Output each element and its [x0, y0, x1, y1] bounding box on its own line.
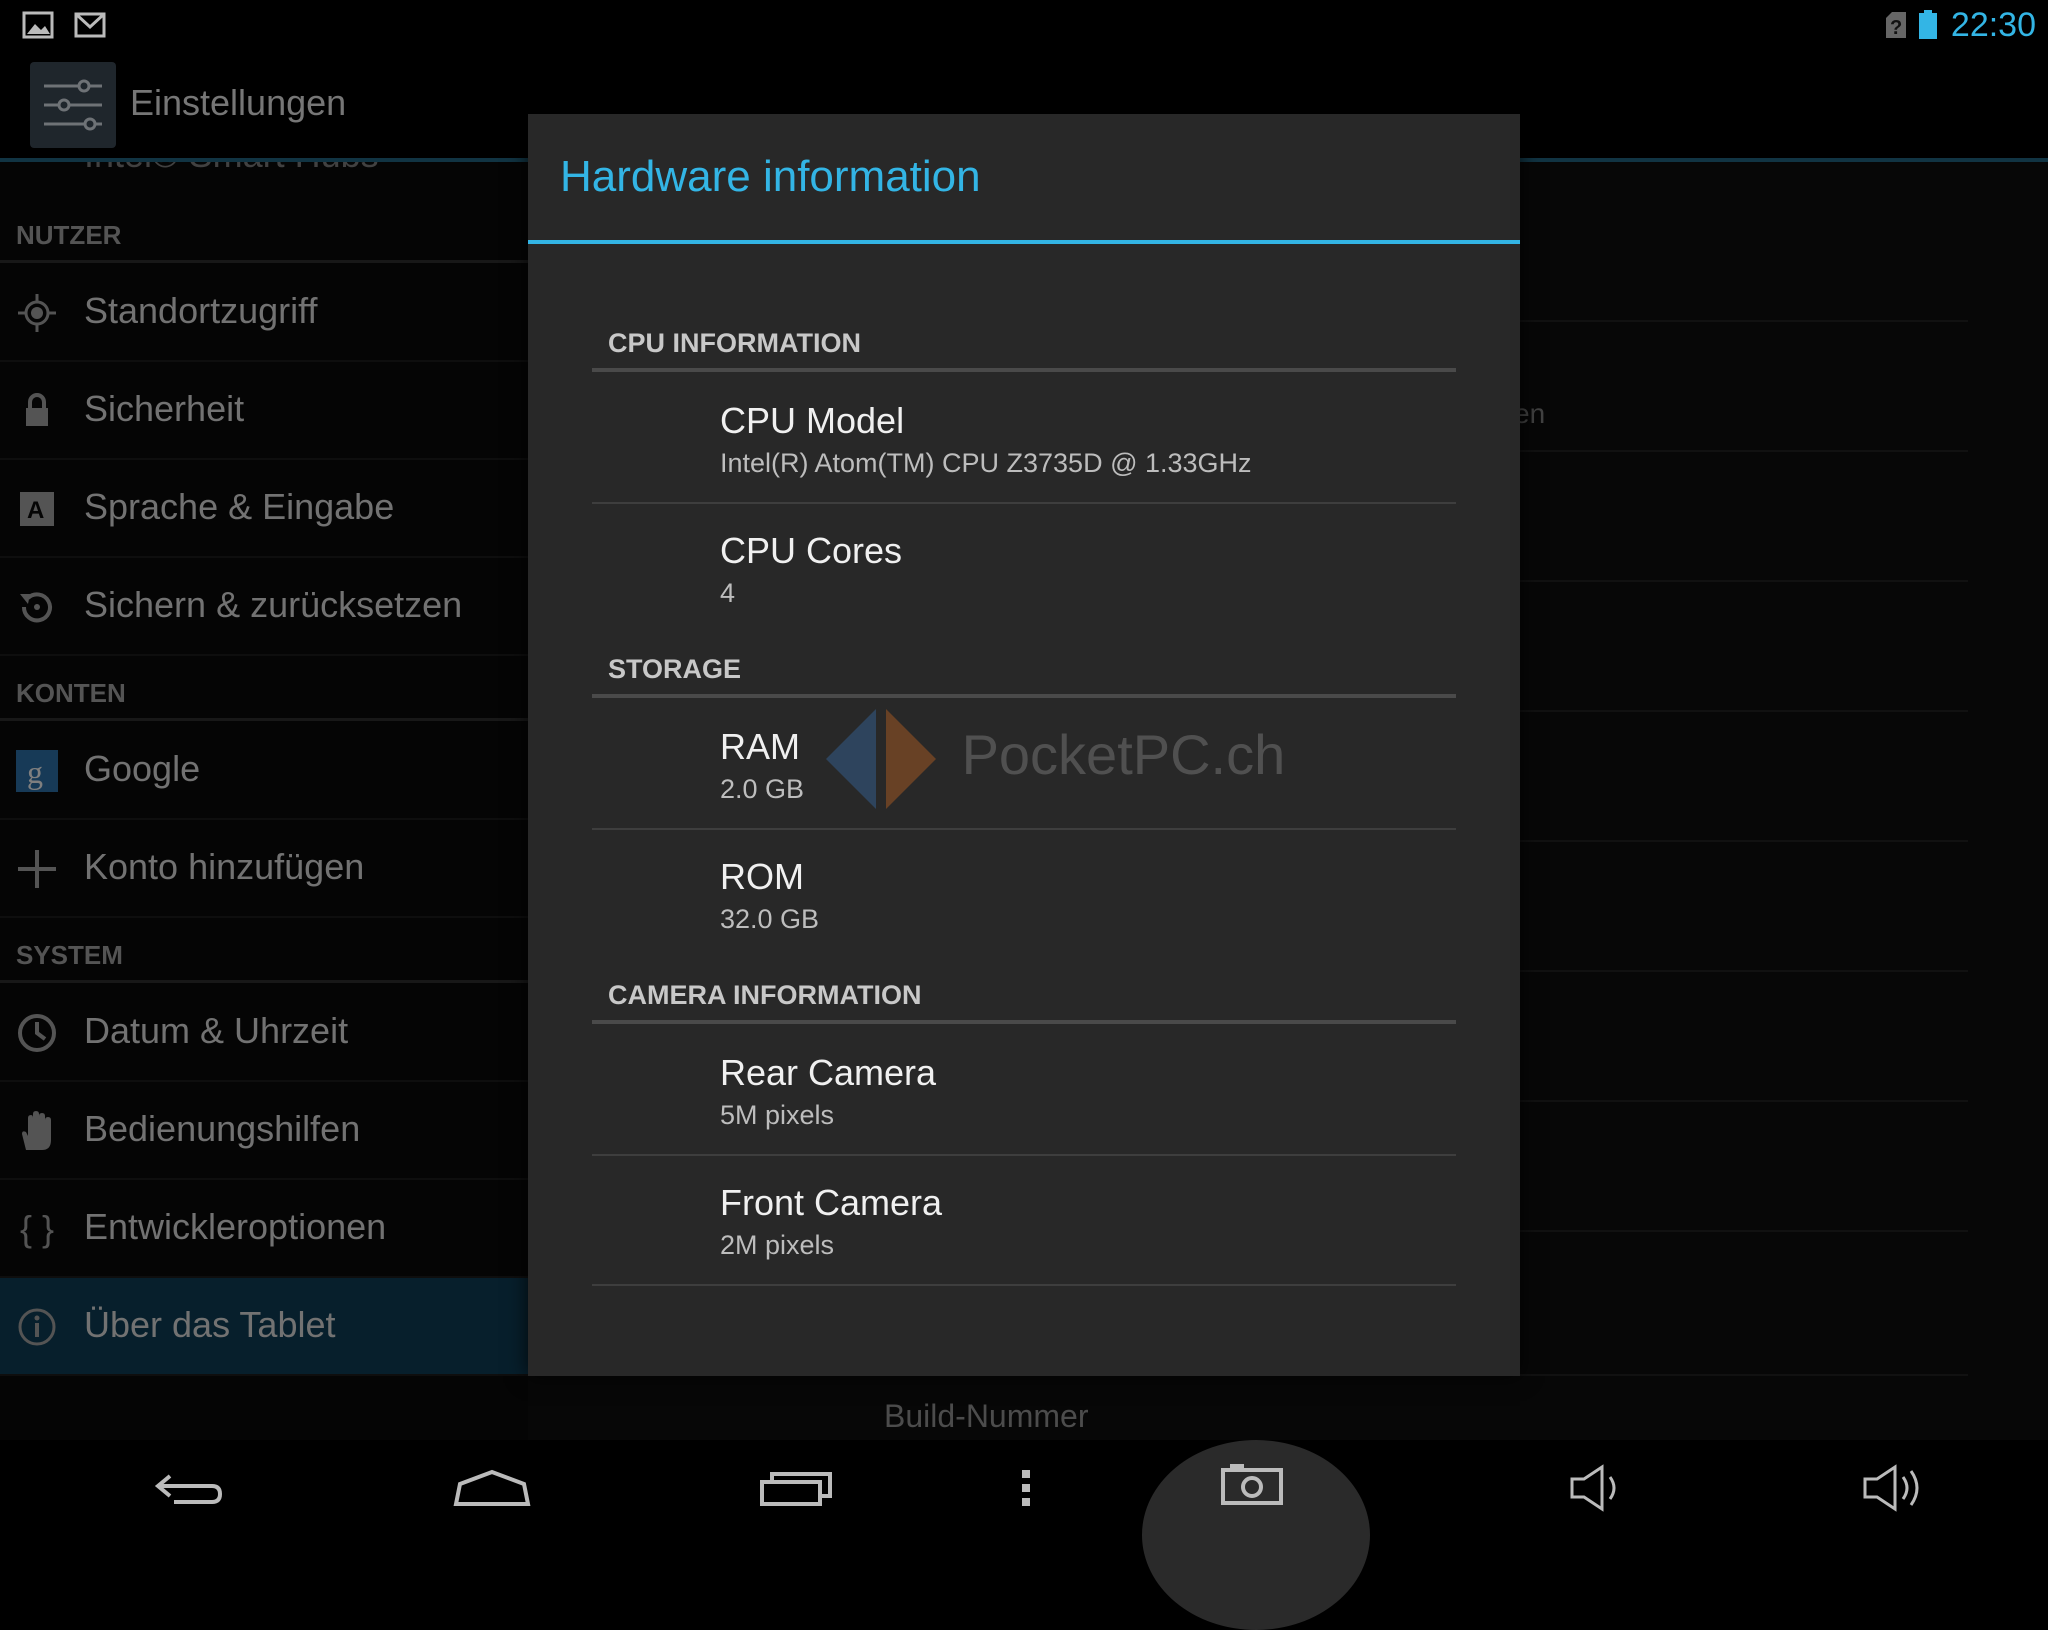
home-button[interactable] [422, 1440, 562, 1536]
screenshot-camera-icon [1221, 1464, 1283, 1505]
info-item-title: ROM [720, 856, 804, 897]
item-divider [592, 828, 1456, 830]
navigation-bar [0, 1440, 2048, 1536]
sim-unknown-icon: ? [1886, 12, 1906, 39]
item-divider [592, 1154, 1456, 1156]
info-item-title: Front Camera [720, 1182, 943, 1223]
screenshot-button[interactable] [1142, 1440, 1370, 1630]
clock: 22:30 [1950, 6, 2036, 44]
hardware-info-dialog: Hardware information CPU INFORMATION CPU… [528, 114, 1520, 1376]
info-item-title: CPU Cores [720, 530, 903, 571]
info-item-value: 2.0 GB [720, 774, 805, 804]
section-divider [592, 368, 1456, 372]
item-divider [592, 502, 1456, 504]
info-item-title: CPU Model [720, 400, 905, 441]
info-item-value: 2M pixels [720, 1230, 835, 1260]
volume-down-button[interactable] [1528, 1440, 1668, 1536]
status-bar: ? 22:30 [0, 0, 2048, 52]
svg-text:?: ? [1890, 17, 1902, 39]
image-notification-icon [22, 11, 54, 39]
back-icon [154, 1474, 223, 1504]
volume-up-button[interactable] [1826, 1440, 1966, 1536]
back-button[interactable] [120, 1440, 260, 1536]
recent-apps-icon [760, 1472, 832, 1506]
dialog-title: Hardware information [560, 152, 981, 201]
watermark-text: PocketPC.ch [961, 722, 1286, 786]
section-header-camera: CAMERA INFORMATION [608, 980, 922, 1010]
info-item-title: Rear Camera [720, 1052, 937, 1093]
menu-button[interactable] [956, 1440, 1096, 1536]
info-item-value: 4 [720, 578, 736, 608]
info-item-value: Intel(R) Atom(TM) CPU Z3735D @ 1.33GHz [720, 448, 1252, 478]
watermark: PocketPC.ch [816, 694, 1285, 824]
info-item-value: 5M pixels [720, 1100, 835, 1130]
recent-apps-button[interactable] [726, 1440, 866, 1536]
info-item-title: RAM [720, 726, 800, 767]
item-divider [592, 1284, 1456, 1286]
volume-down-icon [1570, 1464, 1616, 1512]
section-divider [592, 1020, 1456, 1024]
home-icon [453, 1469, 531, 1506]
menu-dots-icon [1022, 1470, 1030, 1506]
volume-up-icon [1863, 1464, 1919, 1512]
dialog-title-divider [528, 240, 1520, 244]
battery-icon [1919, 10, 1937, 39]
gmail-icon [74, 12, 106, 38]
section-header-storage: STORAGE [608, 654, 742, 684]
section-header-cpu: CPU INFORMATION [608, 328, 861, 358]
info-item-value: 32.0 GB [720, 904, 820, 934]
